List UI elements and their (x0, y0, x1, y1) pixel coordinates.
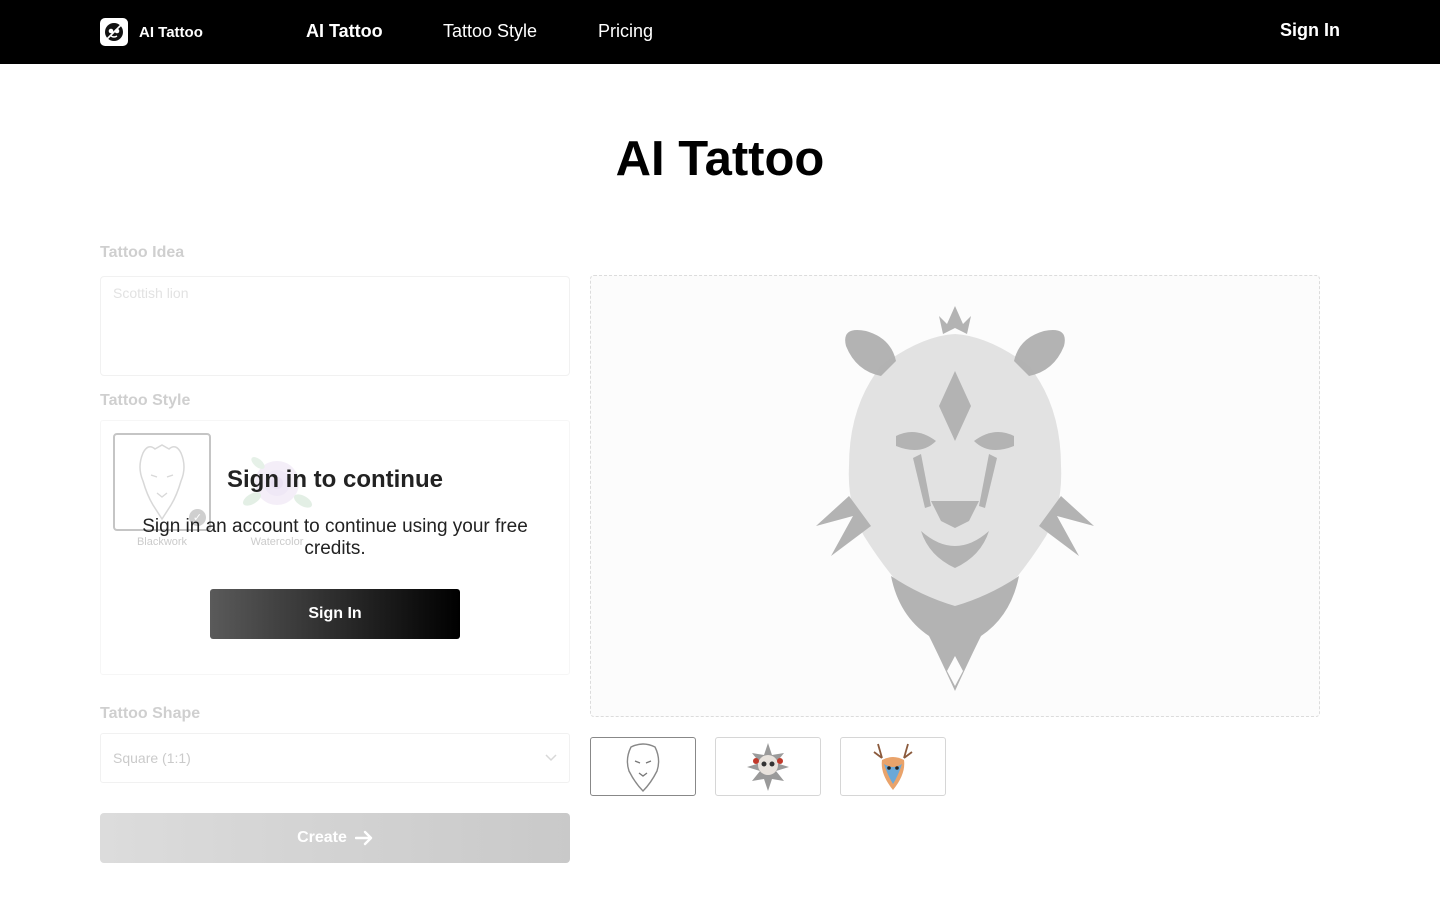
tattoo-preview-panel (590, 275, 1320, 717)
nav-tattoo-style[interactable]: Tattoo Style (443, 21, 537, 42)
cheetah-thumbnail-icon (626, 742, 660, 792)
create-button-label: Create (297, 829, 347, 846)
tattoo-idea-input[interactable]: Scottish lion (100, 276, 570, 376)
top-navbar: AI Tattoo AI Tattoo Tattoo Style Pricing… (0, 0, 1440, 64)
thumbnail-deer[interactable] (840, 737, 946, 796)
brand-logo[interactable]: AI Tattoo (100, 18, 203, 46)
create-button[interactable]: Create (100, 813, 570, 863)
cheetah-tattoo-image (816, 306, 1094, 691)
thumbnail-skull[interactable] (715, 737, 821, 796)
tattoo-shape-label: Tattoo Shape (100, 705, 201, 722)
brand-name: AI Tattoo (139, 23, 203, 41)
overlay-title: Sign in to continue (227, 466, 443, 493)
skull-thumbnail-icon (747, 742, 789, 791)
tattoo-shape-select[interactable]: Square (1:1) (100, 733, 570, 783)
nav-pricing[interactable]: Pricing (598, 21, 653, 42)
deer-thumbnail-icon (873, 743, 913, 790)
overlay-description: Sign in an account to continue using you… (142, 516, 528, 559)
header-sign-in-button[interactable]: Sign In (1280, 20, 1340, 41)
nav-ai-tattoo[interactable]: AI Tattoo (306, 21, 383, 42)
tattoo-shape-value: Square (1:1) (113, 750, 191, 766)
thumbnail-cheetah[interactable] (590, 737, 696, 796)
overlay-sign-in-button[interactable]: Sign In (210, 589, 460, 639)
arrow-right-icon (354, 830, 373, 846)
tattoo-logo-icon (100, 18, 128, 46)
tattoo-style-label: Tattoo Style (100, 392, 191, 409)
page-title: AI Tattoo (615, 132, 825, 186)
chevron-down-icon (545, 754, 557, 762)
tattoo-idea-placeholder: Scottish lion (113, 285, 189, 301)
tattoo-idea-label: Tattoo Idea (100, 244, 185, 261)
